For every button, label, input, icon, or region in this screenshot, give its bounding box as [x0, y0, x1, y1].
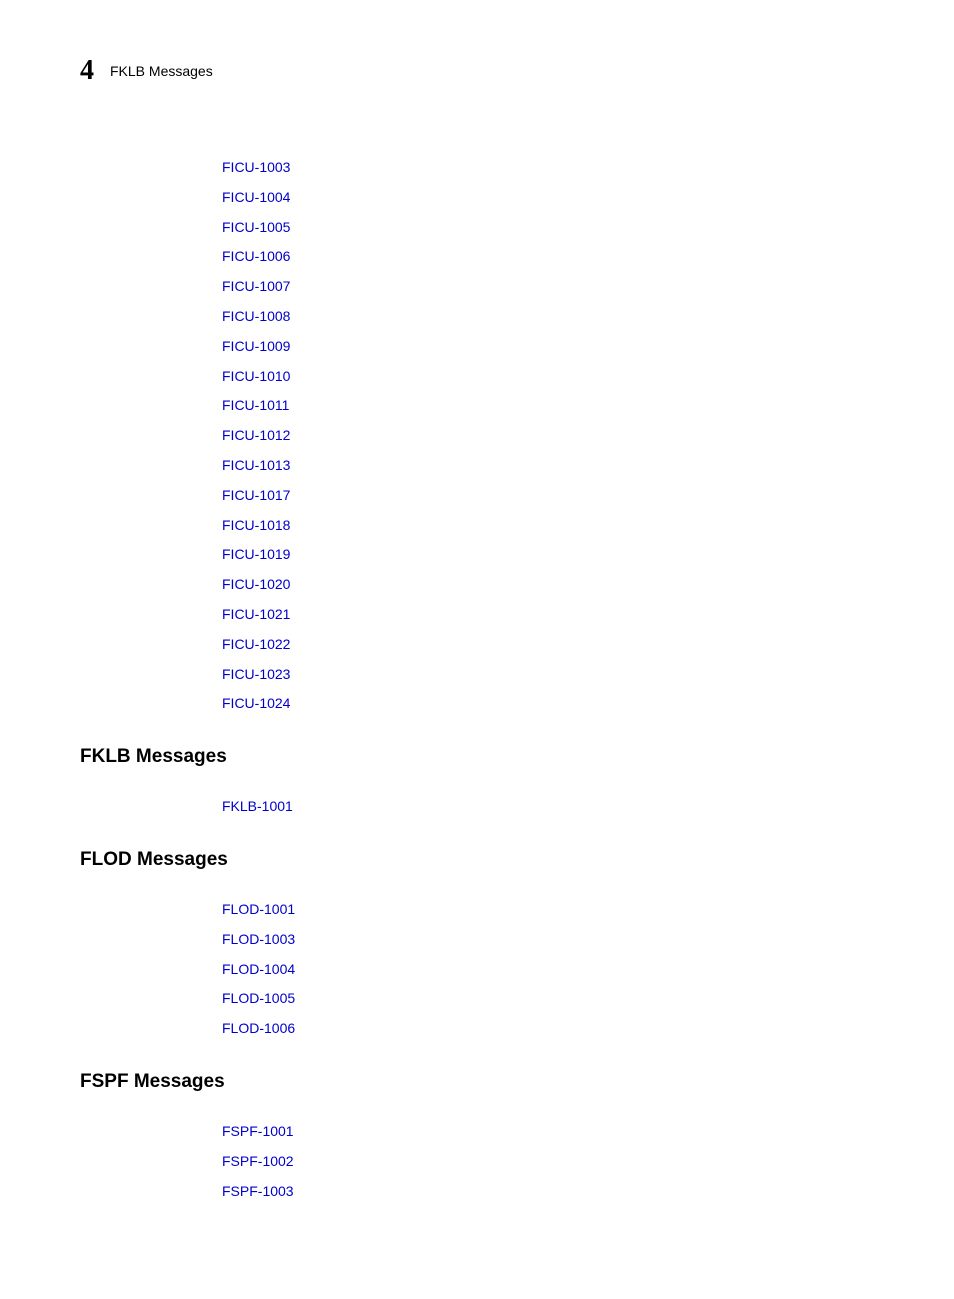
message-link[interactable]: FLOD-1005	[222, 990, 874, 1007]
message-link[interactable]: FICU-1003	[222, 159, 874, 176]
link-list: FICU-1003 FICU-1004 FICU-1005 FICU-1006 FICU…	[222, 159, 874, 712]
message-link[interactable]: FICU-1022	[222, 636, 874, 653]
message-link[interactable]: FICU-1021	[222, 606, 874, 623]
message-link[interactable]: FICU-1019	[222, 546, 874, 563]
message-link[interactable]: FICU-1008	[222, 308, 874, 325]
message-link[interactable]: FICU-1010	[222, 368, 874, 385]
link-list: FKLB-1001	[222, 798, 874, 815]
message-link[interactable]: FICU-1005	[222, 219, 874, 236]
section-heading: FSPF Messages	[80, 1071, 874, 1093]
section-heading: FKLB Messages	[80, 746, 874, 768]
message-link[interactable]: FICU-1012	[222, 427, 874, 444]
message-link[interactable]: FICU-1013	[222, 457, 874, 474]
message-link[interactable]: FSPF-1001	[222, 1123, 874, 1140]
message-link[interactable]: FICU-1024	[222, 695, 874, 712]
link-list: FLOD-1001 FLOD-1003 FLOD-1004 FLOD-1005 FLOD…	[222, 901, 874, 1037]
message-link[interactable]: FICU-1007	[222, 278, 874, 295]
message-link[interactable]: FICU-1009	[222, 338, 874, 355]
section-heading: FLOD Messages	[80, 849, 874, 871]
message-link[interactable]: FSPF-1002	[222, 1153, 874, 1170]
message-link[interactable]: FKLB-1001	[222, 798, 874, 815]
message-link[interactable]: FICU-1018	[222, 517, 874, 534]
content-body: FICU-1003 FICU-1004 FICU-1005 FICU-1006 FICU…	[80, 159, 874, 1199]
message-link[interactable]: FICU-1006	[222, 248, 874, 265]
page-header: 4 FKLB Messages	[80, 55, 874, 87]
page-container: 4 FKLB Messages FICU-1003FICU-1004FICU-1…	[0, 0, 954, 1299]
message-link[interactable]: FICU-1017	[222, 487, 874, 504]
message-link[interactable]: FLOD-1004	[222, 961, 874, 978]
message-link[interactable]: FICU-1004	[222, 189, 874, 206]
message-link[interactable]: FLOD-1006	[222, 1020, 874, 1037]
message-link[interactable]: FICU-1011	[222, 397, 874, 414]
message-link[interactable]: FLOD-1001	[222, 901, 874, 918]
message-link[interactable]: FICU-1020	[222, 576, 874, 593]
message-link[interactable]: FICU-1023	[222, 666, 874, 683]
link-list: FSPF-1001 FSPF-1002 FSPF-1003	[222, 1123, 874, 1199]
message-link[interactable]: FLOD-1003	[222, 931, 874, 948]
running-header-title: FKLB Messages	[110, 63, 213, 79]
chapter-number: 4	[80, 55, 94, 87]
message-link[interactable]: FSPF-1003	[222, 1183, 874, 1200]
